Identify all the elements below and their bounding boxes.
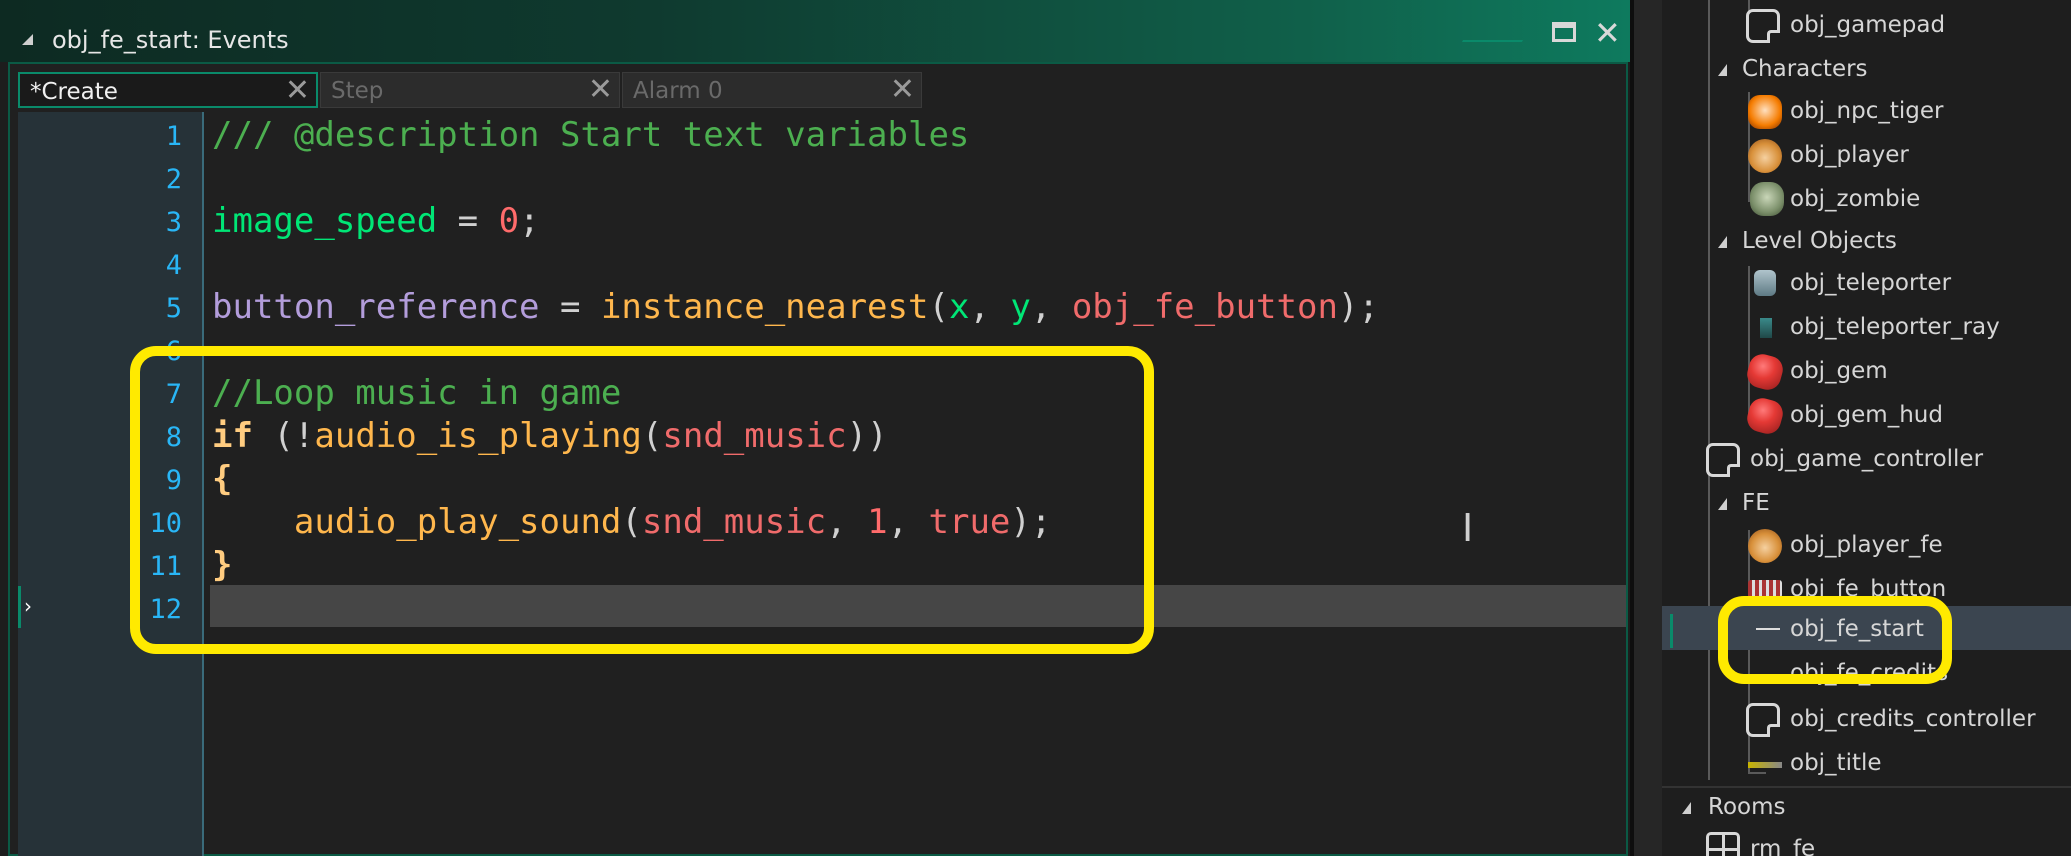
code-builtin: x: [948, 287, 970, 327]
code-builtin: y: [1010, 287, 1031, 327]
code-punctuation: ,: [1030, 287, 1072, 327]
tab-label: Step: [331, 78, 384, 104]
tree-folder-characters[interactable]: Characters: [1662, 50, 2071, 90]
blank-object-icon: [1746, 9, 1780, 43]
gem-sprite-icon: [1744, 395, 1786, 437]
close-tab-icon[interactable]: ✕: [890, 74, 915, 106]
titlebar-notch: [1461, 14, 1539, 42]
tree-item-label: Characters: [1742, 56, 1868, 82]
tab-step[interactable]: Step ✕: [320, 72, 620, 108]
tree-item-label: obj_zombie: [1790, 186, 1921, 212]
tree-item-rm-fe[interactable]: rm_fe: [1662, 830, 2071, 856]
teleporter-sprite-icon: [1754, 270, 1776, 296]
folder-open-icon[interactable]: [1718, 498, 1727, 510]
tree-item-obj-teleporter[interactable]: obj_teleporter: [1662, 264, 2071, 304]
maximize-icon[interactable]: [1552, 22, 1576, 42]
tree-item-label: obj_teleporter_ray: [1790, 314, 2000, 340]
tab-create[interactable]: *Create ✕: [18, 72, 318, 108]
code-highlight-annotation: [130, 346, 1154, 654]
code-comment: /// @description Start text variables: [212, 115, 970, 155]
tree-separator: [1662, 786, 2071, 788]
window-title: obj_fe_start: Events: [52, 26, 289, 54]
tree-item-label: rm_fe: [1750, 836, 1816, 856]
code-number: 0: [498, 201, 520, 241]
tree-item-obj-player[interactable]: obj_player: [1662, 136, 2071, 176]
close-tab-icon[interactable]: ✕: [285, 75, 310, 107]
line-number: 2: [165, 164, 182, 195]
code-variable: button_reference: [212, 287, 540, 327]
code-operator: =: [539, 287, 601, 327]
monkey-sprite-icon: [1748, 529, 1782, 563]
code-line-1: /// @description Start text variables: [212, 114, 969, 156]
tree-item-obj-gamepad[interactable]: obj_gamepad: [1662, 6, 2071, 46]
code-punctuation: ;: [519, 201, 540, 241]
ray-sprite-icon: [1760, 318, 1772, 338]
code-resource: obj_fe_button: [1071, 287, 1338, 327]
tree-item-obj-credits-controller[interactable]: obj_credits_controller: [1662, 700, 2071, 740]
tab-label: *Create: [30, 79, 118, 105]
tree-folder-fe[interactable]: FE: [1662, 484, 2071, 524]
line-number: 5: [165, 293, 182, 324]
gem-sprite-icon: [1744, 351, 1786, 393]
folder-open-icon[interactable]: [1718, 236, 1727, 248]
code-function: instance_nearest: [600, 287, 929, 327]
tree-item-label: obj_gem: [1790, 358, 1888, 384]
tree-item-label: obj_game_controller: [1750, 446, 1984, 472]
tree-highlight-annotation: [1718, 596, 1952, 684]
tree-item-label: obj_npc_tiger: [1790, 98, 1944, 124]
tab-alarm-0[interactable]: Alarm 0 ✕: [622, 72, 922, 108]
event-editor-window: obj_fe_start: Events ✕ *Create ✕ Step ✕ …: [0, 0, 1630, 856]
text-cursor-icon: I: [1462, 506, 1474, 550]
zombie-sprite-icon: [1750, 182, 1784, 216]
tree-item-label: obj_credits_controller: [1790, 706, 2036, 732]
tree-item-label: FE: [1742, 490, 1770, 516]
fold-arrow-icon[interactable]: ›: [24, 594, 32, 618]
code-punctuation: (: [928, 287, 949, 327]
title-sprite-icon: [1748, 762, 1782, 768]
tree-item-label: obj_gamepad: [1790, 12, 1946, 38]
tree-item-label: obj_player_fe: [1790, 532, 1943, 558]
code-line-5: button_reference = instance_nearest(x, y…: [212, 286, 1379, 328]
code-operator: =: [437, 201, 499, 241]
tree-item-obj-gem-hud[interactable]: obj_gem_hud: [1662, 395, 2071, 437]
folder-open-icon[interactable]: [1718, 64, 1727, 76]
tree-item-label: obj_teleporter: [1790, 270, 1952, 296]
close-icon[interactable]: ✕: [1594, 17, 1621, 49]
tree-item-obj-title[interactable]: obj_title: [1662, 744, 2071, 784]
tree-item-label: obj_player: [1790, 142, 1909, 168]
code-punctuation: );: [1337, 287, 1379, 327]
line-number: 1: [165, 121, 182, 152]
code-line-3: image_speed = 0;: [212, 200, 540, 242]
folder-open-icon[interactable]: [1682, 802, 1691, 814]
resize-corner-icon[interactable]: [22, 34, 33, 45]
tree-item-obj-gem[interactable]: obj_gem: [1662, 351, 2071, 393]
room-icon: [1706, 832, 1740, 856]
tab-label: Alarm 0: [633, 78, 723, 104]
tree-item-obj-zombie[interactable]: obj_zombie: [1662, 180, 2071, 220]
window-titlebar[interactable]: obj_fe_start: Events ✕: [0, 0, 1630, 62]
tree-folder-level-objects[interactable]: Level Objects: [1662, 222, 2071, 262]
code-punctuation: ,: [969, 287, 1011, 327]
line-change-marker: [18, 586, 21, 628]
tree-item-obj-npc-tiger[interactable]: obj_npc_tiger: [1662, 92, 2071, 132]
tree-item-obj-player-fe[interactable]: obj_player_fe: [1662, 526, 2071, 566]
divider-edge: [1630, 0, 1634, 856]
blank-object-icon: [1746, 703, 1780, 737]
line-number: 4: [165, 250, 182, 281]
tree-item-obj-game-controller[interactable]: obj_game_controller: [1662, 440, 2071, 480]
monkey-sprite-icon: [1748, 139, 1782, 173]
close-tab-icon[interactable]: ✕: [588, 74, 613, 106]
tiger-sprite-icon: [1748, 95, 1782, 129]
code-variable: image_speed: [212, 201, 438, 241]
tree-folder-rooms[interactable]: Rooms: [1662, 788, 2071, 828]
tree-item-label: Rooms: [1708, 794, 1786, 820]
tree-item-obj-teleporter-ray[interactable]: obj_teleporter_ray: [1662, 308, 2071, 348]
tree-item-label: obj_title: [1790, 750, 1882, 776]
tree-item-label: obj_gem_hud: [1790, 402, 1943, 428]
tree-item-label: Level Objects: [1742, 228, 1897, 254]
line-number: 3: [165, 207, 182, 238]
panel-divider[interactable]: [1630, 0, 1662, 856]
asset-browser-tree: obj_gamepad Characters obj_npc_tiger obj…: [1662, 0, 2071, 856]
blank-object-icon: [1706, 443, 1740, 477]
